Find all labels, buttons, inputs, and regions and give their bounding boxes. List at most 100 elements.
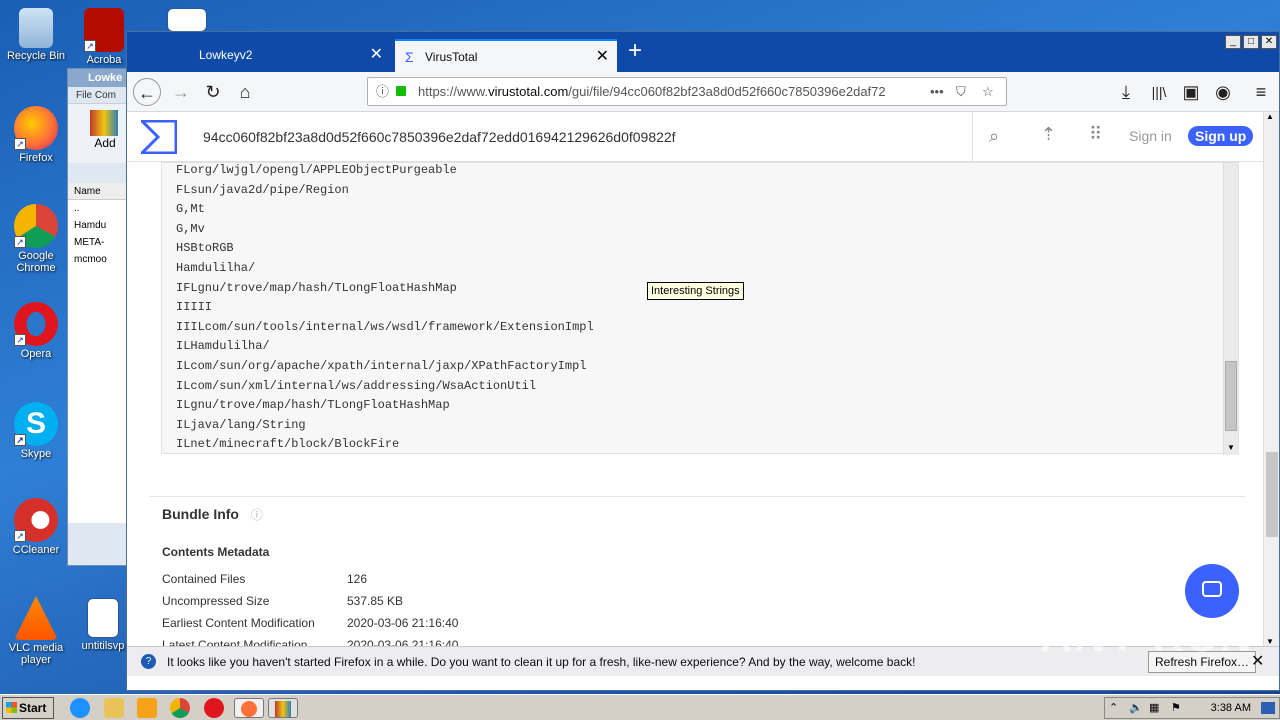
acrobat-icon: ↗ [84,8,124,52]
list-item[interactable]: .. [68,200,128,217]
metadata-value: 2020-03-06 21:16:40 [347,638,459,646]
info-icon[interactable]: ⓘ [251,508,263,522]
divider [972,112,973,162]
add-button[interactable]: Add [90,110,120,150]
scroll-down-icon[interactable]: ▼ [1266,637,1274,646]
ie-icon[interactable] [70,698,90,718]
metadata-row: Uncompressed Size 537.85 KB [162,594,403,608]
sidebar-icon[interactable]: ▣ [1177,78,1205,106]
bookmark-star-icon[interactable]: ☆ [982,78,994,105]
archive-icon [90,110,118,136]
desktop-icon-untitled[interactable]: untitilsvp [78,598,128,652]
background-explorer-window[interactable]: Lowke File Com Add Name .. Hamdu META- m… [67,68,129,566]
string-item: ILcom/sun/org/apache/xpath/internal/jaxp… [176,358,587,373]
minimize-button[interactable]: _ [1225,35,1241,49]
sign-in-link[interactable]: Sign in [1129,128,1172,144]
winrar-taskbar-button[interactable] [268,698,298,718]
explorer-toolbar: Add [68,103,128,163]
bundle-info-label: Bundle Info [162,506,239,522]
downloads-icon[interactable]: ⤓ [1112,78,1140,106]
search-icon[interactable]: ⌕ [989,126,999,147]
library-icon[interactable]: |||\ [1145,78,1173,106]
back-button[interactable]: ← [133,78,161,106]
tab-label: VirusTotal [425,50,478,64]
menu-icon[interactable]: ≡ [1247,78,1275,106]
metadata-value: 537.85 KB [347,594,404,608]
desktop-icon-chrome[interactable]: ↗ Google Chrome [0,204,72,274]
shortcut-arrow-icon: ↗ [14,530,26,542]
new-tab-button[interactable]: + [623,38,647,64]
pocket-icon[interactable]: ⛉ [956,78,966,105]
anyrun-watermark: ANY RUN [1040,612,1254,661]
upload-icon[interactable]: ⇡ [1041,124,1056,145]
list-item[interactable]: Hamdu [68,217,128,234]
url-bar[interactable]: ⓘ https://www.virustotal.com/gui/file/94… [367,77,1007,106]
scrollbar-thumb[interactable] [1266,452,1278,537]
virustotal-favicon-icon: Σ [405,49,414,65]
close-window-button[interactable]: ✕ [1261,35,1277,49]
string-item: FLorg/lwjgl/opengl/APPLEObjectPurgeable [176,163,457,177]
shortcut-arrow-icon: ↗ [84,40,96,52]
metadata-row: Earliest Content Modification 2020-03-06 … [162,616,458,630]
desktop-icon-recycle-bin[interactable]: Recycle Bin [0,8,72,62]
string-item: ILHamdulilha/ [176,339,270,354]
word-document-icon [87,598,119,638]
flag-icon[interactable]: ⚑ [1171,701,1181,714]
chrome-icon[interactable] [170,698,190,718]
list-item[interactable]: META- [68,234,128,251]
folder-icon[interactable] [104,698,124,718]
account-icon[interactable]: ◉ [1209,78,1237,106]
search-field[interactable]: 94cc060f82bf23a8d0d52f660c7850396e2daf72… [203,129,676,145]
media-player-icon[interactable] [137,698,157,718]
desktop-icon-label: untitilsvp [81,640,125,652]
apps-grid-icon[interactable]: ⠿ [1089,124,1102,145]
desktop-icon-opera[interactable]: ↗ Opera [0,302,72,360]
start-label: Start [19,701,47,715]
explorer-menu[interactable]: File Com [68,87,128,103]
reload-button[interactable]: ↻ [199,78,227,106]
maximize-button[interactable]: □ [1243,35,1259,49]
desktop-icon-label: Opera [20,348,52,360]
page-scrollbar[interactable]: ▲ ▼ [1263,112,1279,646]
system-tray: ⌃ 🔈 ▦ ⚑ 3:38 AM [1104,697,1280,719]
start-button[interactable]: Start [2,697,54,719]
home-button[interactable]: ⌂ [231,78,259,106]
desktop-icon-firefox[interactable]: ↗ Firefox [0,106,72,164]
volume-icon[interactable]: 🔈 [1129,701,1143,714]
list-item[interactable]: mcmoo [68,251,128,268]
chat-bubble-icon [1202,581,1222,597]
scroll-down-icon[interactable]: ▼ [1225,442,1237,454]
desktop-icon-skype[interactable]: S ↗ Skype [0,402,72,460]
page-actions-icon[interactable]: ••• [926,78,948,105]
string-item: ILjava/lang/String [176,417,306,432]
tab-close-icon[interactable]: ✕ [596,41,609,73]
virustotal-logo-icon[interactable] [141,120,177,154]
show-desktop-button[interactable] [1261,702,1275,714]
scroll-up-icon[interactable]: ▲ [1266,112,1274,121]
network-icon[interactable]: ▦ [1149,701,1159,714]
clock[interactable]: 3:38 AM [1211,702,1251,714]
virustotal-header: 94cc060f82bf23a8d0d52f660c7850396e2daf72… [127,112,1265,162]
strings-scrollbar[interactable]: ▼ [1223,163,1238,455]
tab-lowkeyv2[interactable]: Lowkeyv2 ✕ [169,39,391,72]
string-item: IFLgnu/trove/map/hash/TLongFloatHashMap [176,280,457,295]
tab-close-icon[interactable]: ✕ [370,39,383,71]
recycle-bin-icon [19,8,53,48]
desktop-icon-acrobat[interactable]: ↗ Acroba [76,8,132,66]
chat-button[interactable] [1185,564,1239,618]
sign-up-button[interactable]: Sign up [1188,126,1254,146]
forward-button[interactable]: → [167,78,195,106]
desktop-icon-vlc[interactable]: VLC media player [0,596,72,666]
column-header-name[interactable]: Name [68,183,128,200]
show-hidden-icons[interactable]: ⌃ [1109,701,1118,714]
desktop-icon-ccleaner[interactable]: ↗ CCleaner [0,498,72,556]
info-icon[interactable]: ⓘ [376,78,389,105]
lock-icon [396,86,406,96]
tab-virustotal[interactable]: Σ VirusTotal ✕ [395,39,617,72]
url-prefix: https://www. [418,84,489,99]
firefox-taskbar-button[interactable] [234,698,264,718]
tab-bar: Lowkeyv2 ✕ Σ VirusTotal ✕ + _ □ ✕ [127,32,1279,72]
word-document-icon [167,8,207,32]
scrollbar-thumb[interactable] [1225,361,1237,431]
opera-icon[interactable] [204,698,224,718]
